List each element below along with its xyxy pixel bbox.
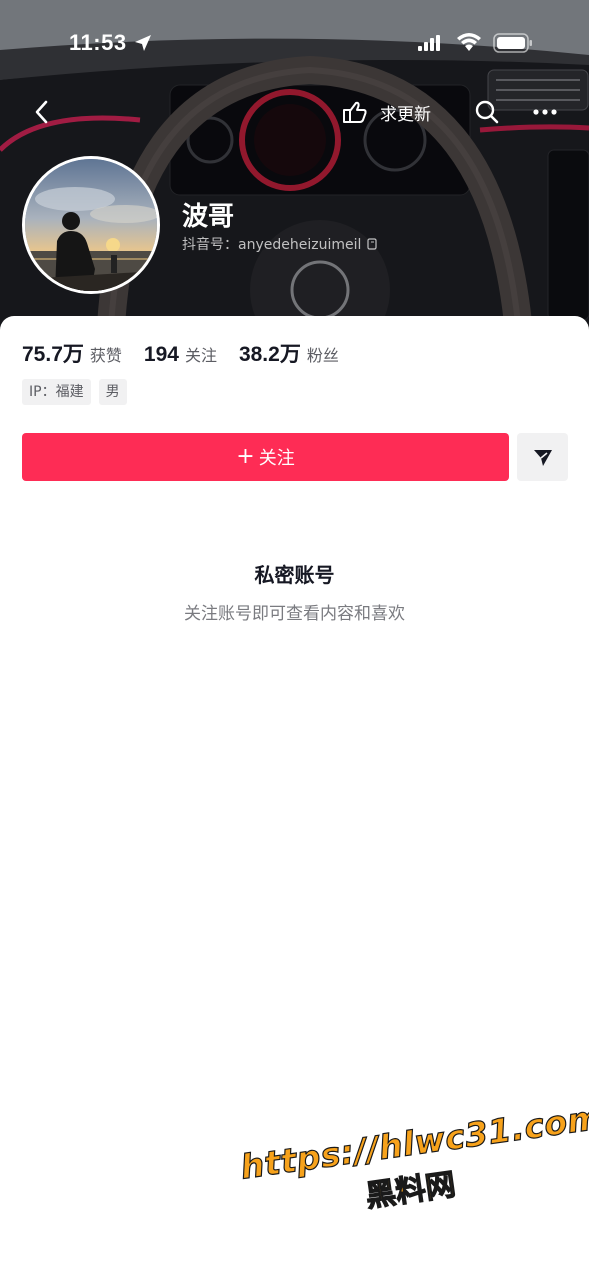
status-bar: 11:53 — [0, 26, 589, 62]
ip-location-tag: IP：福建 — [22, 379, 91, 405]
cellular-signal-icon — [418, 35, 440, 51]
profile-cover: 11:53 求更新 波哥 抖音号：anyedeheizuimeil — [0, 0, 589, 345]
clock: 11:53 — [69, 30, 127, 55]
pointing-hand-icon — [343, 101, 367, 123]
gender-tag: 男 — [98, 379, 127, 405]
chevron-left-icon[interactable] — [28, 98, 56, 126]
followers-label: 粉丝 — [306, 346, 339, 365]
profile-tags: IP：福建 男 — [22, 379, 135, 405]
plus-icon: + — [236, 444, 255, 469]
likes-stat[interactable]: 75.7万 获赞 — [22, 338, 122, 368]
profile-stats: 75.7万 获赞 194 关注 38.2万 粉丝 — [22, 338, 361, 368]
wifi-icon — [457, 33, 481, 51]
likes-label: 获赞 — [89, 346, 122, 365]
followers-count: 38.2万 — [238, 343, 301, 366]
battery-icon — [493, 33, 532, 53]
follow-button[interactable]: + 关注 — [22, 433, 509, 481]
search-icon[interactable] — [473, 98, 501, 126]
private-account-subtitle: 关注账号即可查看内容和喜欢 — [184, 604, 405, 624]
douyin-id-text: 抖音号：anyedeheizuimeil — [182, 237, 362, 253]
top-nav: 求更新 — [0, 90, 589, 134]
avatar[interactable] — [22, 156, 160, 294]
avatar-image — [25, 159, 157, 291]
more-dots-icon[interactable] — [530, 98, 560, 126]
private-account-title: 私密账号 — [254, 563, 335, 587]
following-label: 关注 — [184, 346, 217, 365]
paper-plane-icon — [533, 450, 552, 466]
following-stat[interactable]: 194 关注 — [144, 342, 217, 367]
likes-count: 75.7万 — [22, 343, 84, 366]
send-message-button[interactable] — [517, 433, 568, 481]
followers-stat[interactable]: 38.2万 粉丝 — [239, 338, 339, 368]
follow-label: 关注 — [258, 448, 295, 469]
douyin-id[interactable]: 抖音号：anyedeheizuimeil — [182, 234, 379, 254]
copy-icon[interactable] — [367, 238, 379, 250]
request-update-button[interactable]: 求更新 — [340, 96, 431, 128]
location-arrow-icon — [135, 35, 151, 51]
request-update-label: 求更新 — [380, 104, 431, 125]
following-count: 194 — [143, 343, 179, 366]
profile-name: 波哥 — [182, 202, 235, 232]
